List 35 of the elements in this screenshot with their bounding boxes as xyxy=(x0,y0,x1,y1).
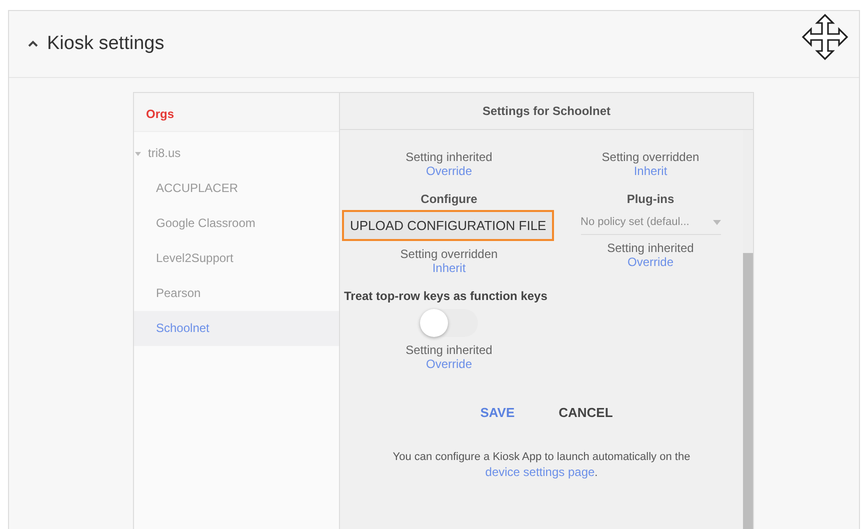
setting-link[interactable]: Override xyxy=(627,255,674,269)
org-item[interactable]: Schoolnet xyxy=(134,311,339,346)
setting-status: Setting overridden xyxy=(400,247,498,261)
org-item[interactable]: Google Classroom xyxy=(134,206,339,241)
setting-status: Setting inherited xyxy=(406,150,492,164)
move-icon[interactable] xyxy=(801,13,849,61)
setting-status: Setting inherited xyxy=(406,343,492,357)
chevron-icon xyxy=(27,39,39,49)
setting-status: Setting inherited xyxy=(607,241,694,255)
setting-label: Plug-ins xyxy=(626,192,674,206)
org-item[interactable]: Pearson xyxy=(134,276,339,311)
settings-title: Settings for Schoolnet xyxy=(340,93,753,130)
device-settings-link[interactable]: device settings page xyxy=(485,465,595,479)
setting-label: Treat top-row keys as function keys xyxy=(343,289,548,303)
plugins-dropdown[interactable]: No policy set (defaul... xyxy=(580,210,720,235)
setting-link[interactable]: Inherit xyxy=(634,164,668,178)
org-item[interactable]: ACCUPLACER xyxy=(134,171,339,206)
org-item[interactable]: tri8.us xyxy=(134,136,339,171)
upload-button[interactable]: UPLOAD CONFIGURATION FILE xyxy=(342,210,554,241)
collapse-button[interactable] xyxy=(27,39,39,49)
kiosk-note: You can configure a Kiosk App to launch automatically on the device settings page. xyxy=(392,450,692,481)
setting-link[interactable]: Inherit xyxy=(432,261,466,275)
setting-link[interactable]: Override xyxy=(426,164,472,178)
org-item[interactable]: Level2Support xyxy=(134,241,339,276)
setting-link[interactable]: Override xyxy=(426,357,472,371)
cancel-button[interactable]: CANCEL xyxy=(554,401,617,424)
section-title: Kiosk settings xyxy=(47,33,164,55)
save-button[interactable]: SAVE xyxy=(476,401,519,424)
setting-label: Configure xyxy=(420,192,478,206)
orgs-heading: Orgs xyxy=(134,93,339,132)
dropdown-arrow-icon xyxy=(712,220,720,224)
setting-status: Setting overridden xyxy=(602,150,700,164)
expand-icon xyxy=(134,150,142,156)
toggle-switch[interactable] xyxy=(420,309,478,337)
scrollbar-thumb[interactable] xyxy=(743,253,753,529)
